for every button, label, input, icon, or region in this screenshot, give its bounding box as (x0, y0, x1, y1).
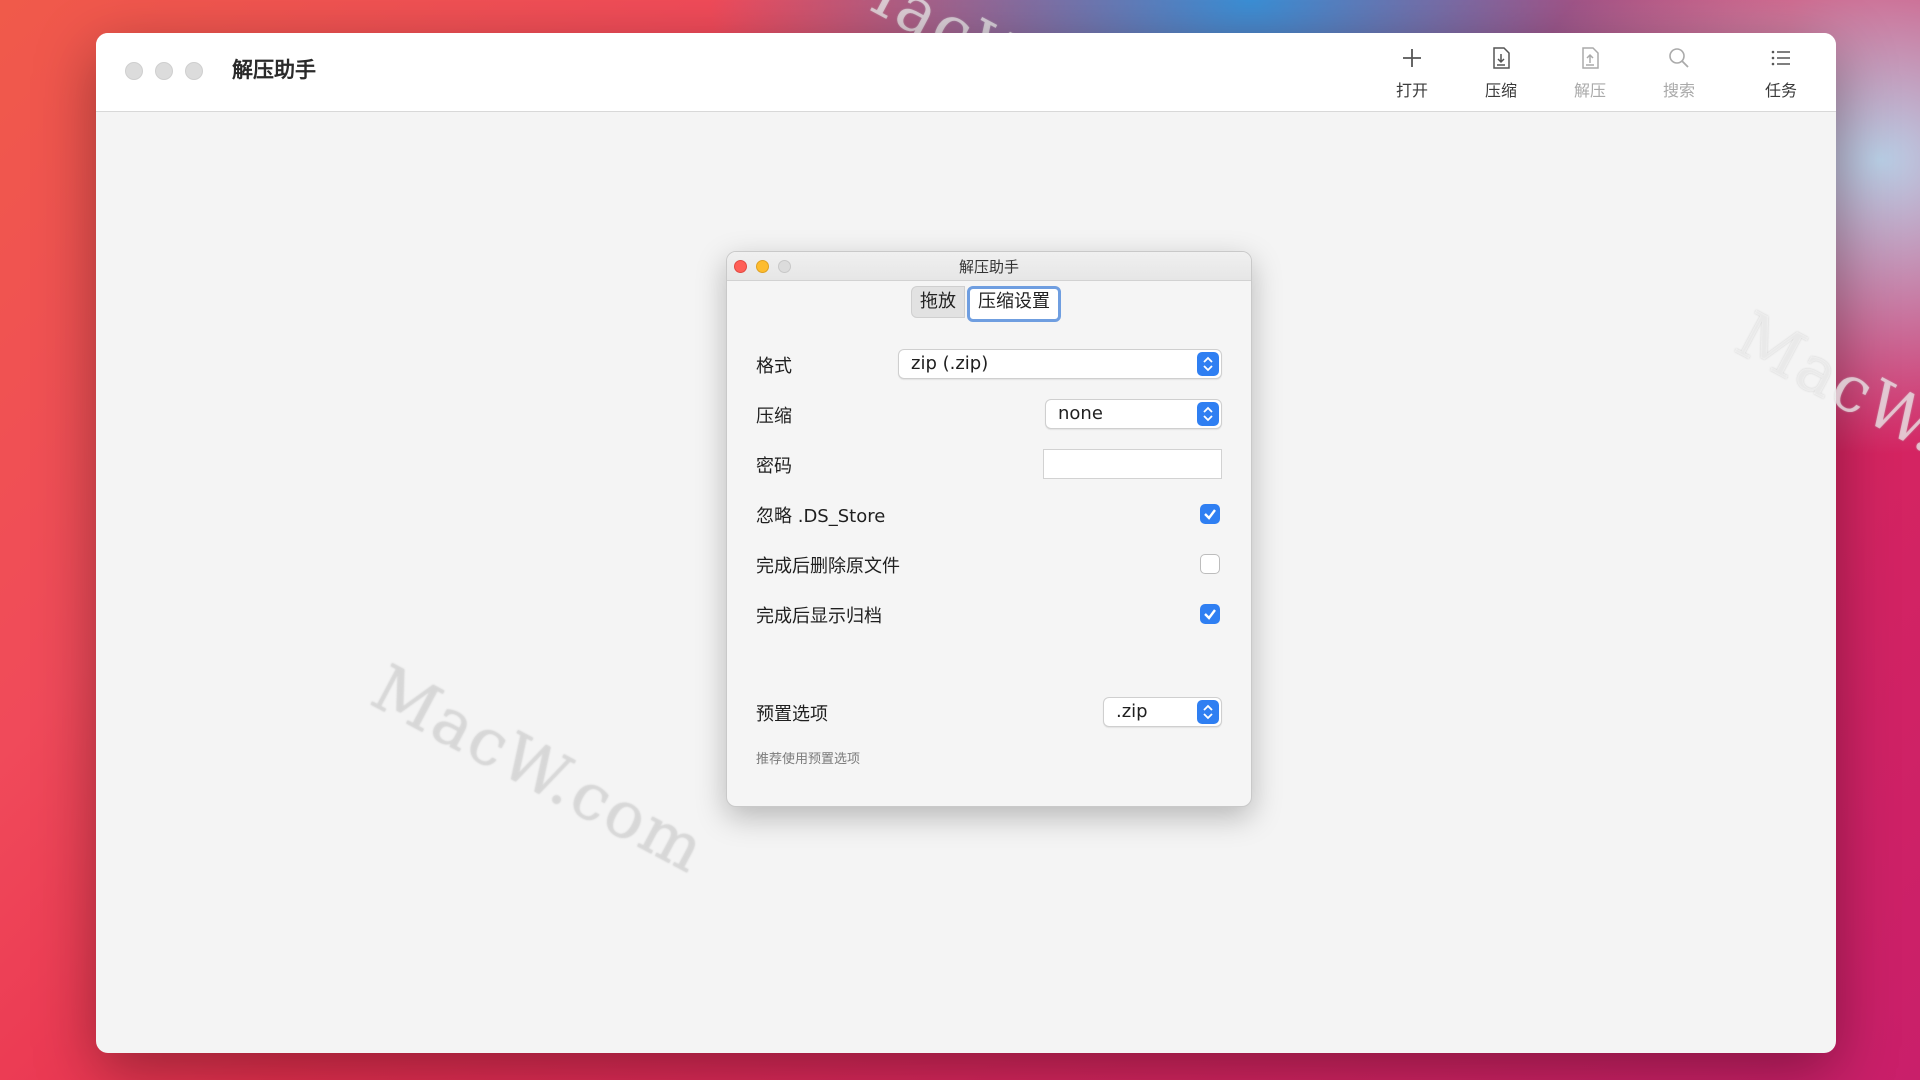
tab-compress-settings[interactable]: 压缩设置 (967, 286, 1061, 322)
toolbar-search-button[interactable]: 搜索 (1644, 45, 1714, 105)
toolbar-tasks-button[interactable]: 任务 (1746, 45, 1816, 105)
minimize-button[interactable] (155, 62, 173, 80)
checkmark-icon (1204, 609, 1216, 620)
plus-icon (1403, 49, 1421, 67)
preset-hint-text: 推荐使用预置选项 (756, 752, 861, 767)
zoom-button[interactable] (185, 62, 203, 80)
format-select[interactable]: zip (.zip) (898, 349, 1222, 379)
password-field[interactable] (1043, 449, 1222, 479)
compression-select[interactable]: none (1045, 399, 1222, 429)
desktop-wallpaper: MacW.com 解压助手 打开 压缩 (0, 0, 1920, 1080)
close-button[interactable] (125, 62, 143, 80)
toolbar-compress-button[interactable]: 压缩 (1466, 45, 1536, 105)
search-icon (1669, 48, 1689, 68)
compress-doc-icon (1493, 47, 1510, 69)
tab-bar: 拖放 压缩设置 (911, 286, 1061, 322)
preset-select[interactable]: .zip (1103, 697, 1222, 727)
extract-doc-icon (1582, 47, 1599, 69)
dialog-titlebar: 解压助手 (727, 252, 1251, 281)
toolbar-extract-button[interactable]: 解压 (1555, 45, 1625, 105)
show-archive-label: 完成后显示归档 (756, 606, 882, 627)
ignore-ds-store-checkbox[interactable] (1200, 504, 1220, 524)
toolbar-compress-label: 压缩 (1484, 81, 1517, 100)
compression-value: none (1058, 403, 1103, 424)
window-titlebar: 解压助手 打开 压缩 解压 搜索 任务 (96, 33, 1836, 112)
toolbar-extract-label: 解压 (1573, 81, 1606, 100)
delete-after-label: 完成后删除原文件 (756, 556, 900, 577)
checkmark-icon (1204, 509, 1216, 520)
toolbar-search-label: 搜索 (1662, 81, 1695, 100)
toolbar-tasks-label: 任务 (1764, 81, 1797, 100)
settings-dialog: 解压助手 拖放 压缩设置 格式 zip (.zip) 压缩 none 密码 忽略… (726, 251, 1252, 807)
preset-stepper-icon (1197, 700, 1219, 724)
format-label: 格式 (756, 356, 792, 377)
toolbar-open-label: 打开 (1395, 81, 1428, 100)
format-value: zip (.zip) (911, 353, 989, 374)
ignore-ds-store-label: 忽略 .DS_Store (756, 506, 886, 527)
main-window: 解压助手 打开 压缩 解压 搜索 任务 解压助手 拖放 压缩设置 格式 zip … (96, 33, 1836, 1053)
show-archive-checkbox[interactable] (1200, 604, 1220, 624)
preset-label: 预置选项 (756, 704, 828, 725)
toolbar-open-button[interactable]: 打开 (1377, 45, 1447, 105)
format-stepper-icon (1197, 352, 1219, 376)
password-label: 密码 (756, 456, 792, 477)
watermark-left: MacW.com (360, 651, 718, 889)
tab-drag-drop[interactable]: 拖放 (911, 286, 965, 318)
compression-label: 压缩 (756, 406, 792, 427)
dialog-title: 解压助手 (958, 258, 1019, 276)
delete-after-checkbox[interactable] (1200, 554, 1220, 574)
compression-stepper-icon (1197, 402, 1219, 426)
preset-value: .zip (1116, 701, 1148, 722)
list-icon (1771, 50, 1790, 66)
window-title: 解压助手 (232, 58, 316, 82)
